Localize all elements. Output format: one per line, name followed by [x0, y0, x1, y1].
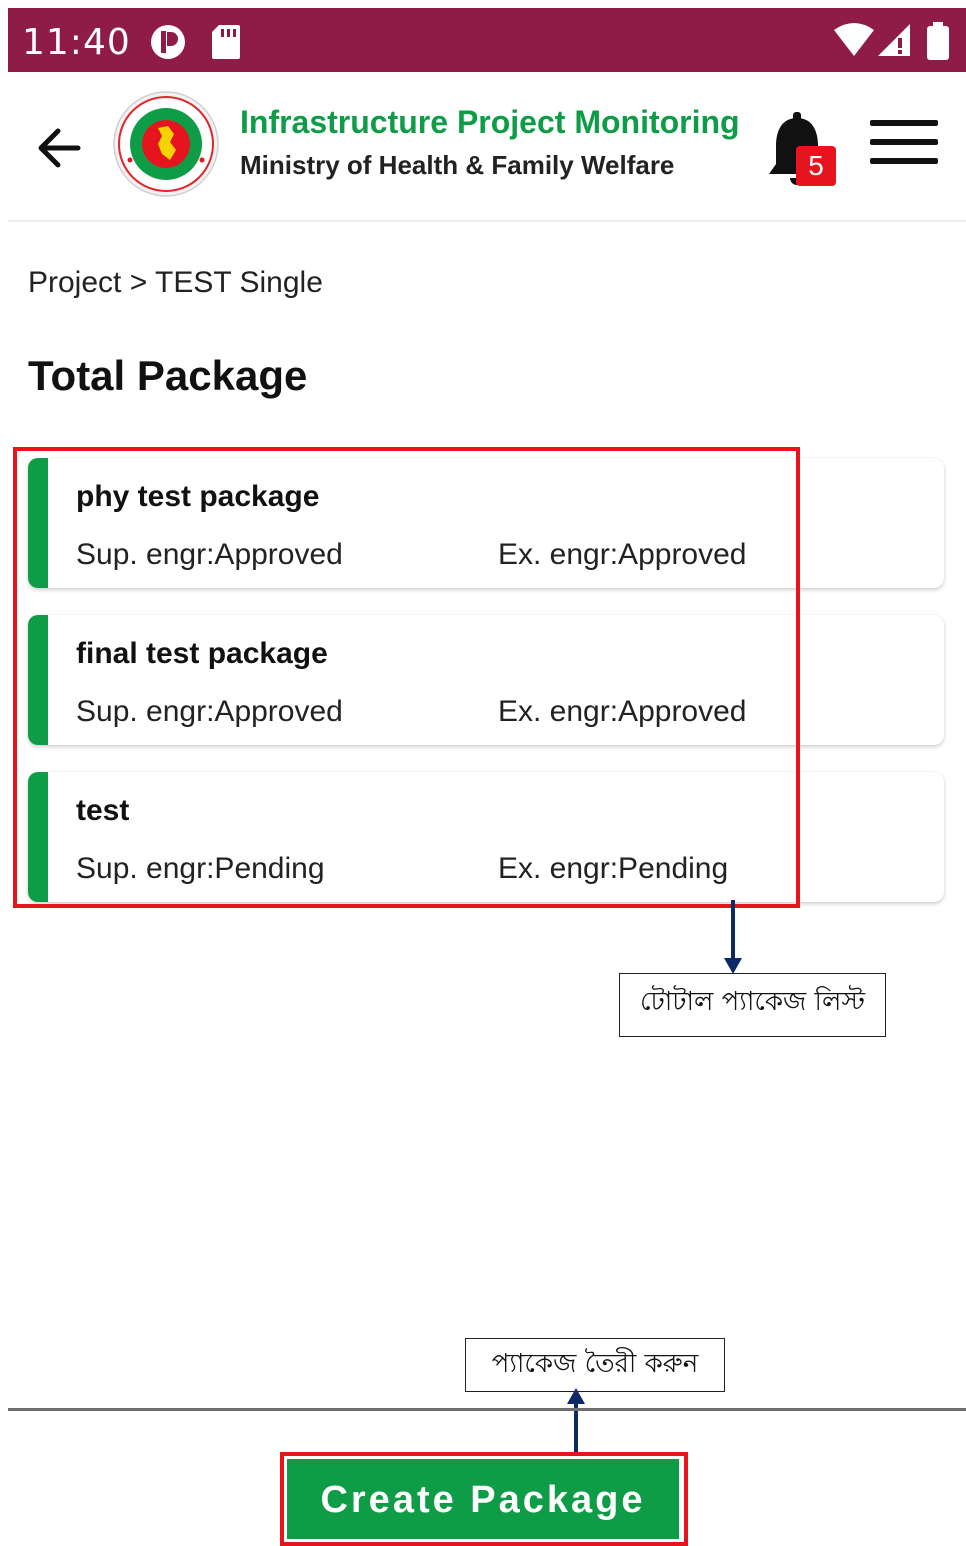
status-bar-indicator: [28, 458, 48, 588]
create-callout-label: প্যাকেজ তৈরী করুন: [465, 1338, 725, 1392]
status-bar: 11:40: [8, 8, 966, 72]
signal-icon: [878, 24, 910, 56]
app-subtitle: Ministry of Health & Family Welfare: [240, 150, 675, 180]
breadcrumb: Project > TEST Single: [28, 266, 323, 299]
status-bar-indicator: [28, 615, 48, 745]
app-header: Infrastructure Project Monitoring Minist…: [8, 72, 966, 222]
sup-engr-status: Sup. engr:Approved: [76, 695, 343, 728]
notification-badge: 5: [796, 146, 836, 186]
battery-icon: [927, 22, 949, 60]
ex-engr-status: Ex. engr:Approved: [498, 695, 747, 728]
package-card[interactable]: phy test package Sup. engr:Approved Ex. …: [28, 458, 944, 588]
app-notification-icon: [151, 25, 185, 59]
package-card[interactable]: test Sup. engr:Pending Ex. engr:Pending: [28, 772, 944, 902]
package-card[interactable]: final test package Sup. engr:Approved Ex…: [28, 615, 944, 745]
hamburger-menu-icon[interactable]: [870, 120, 940, 168]
arrow-left-icon[interactable]: [32, 120, 88, 176]
sup-engr-status: Sup. engr:Approved: [76, 538, 343, 571]
government-seal-logo: [113, 91, 219, 197]
wifi-icon: [834, 23, 874, 56]
sd-card-icon: [212, 25, 240, 59]
ex-engr-status: Ex. engr:Approved: [498, 538, 747, 571]
callout-arrow-down-icon: [724, 900, 742, 974]
status-bar-indicator: [28, 772, 48, 902]
status-time: 11:40: [22, 22, 131, 63]
list-callout-label: টোটাল প্যাকেজ লিস্ট: [619, 973, 886, 1037]
app-title: Infrastructure Project Monitoring: [240, 104, 740, 140]
sup-engr-status: Sup. engr:Pending: [76, 852, 325, 885]
ex-engr-status: Ex. engr:Pending: [498, 852, 729, 885]
package-name: final test package: [76, 637, 328, 670]
create-package-button[interactable]: Create Package: [287, 1459, 679, 1539]
package-name: phy test package: [76, 480, 320, 513]
package-name: test: [76, 794, 130, 827]
bottom-divider: [8, 1408, 966, 1411]
page-title: Total Package: [28, 352, 308, 399]
callout-arrow-up-icon: [567, 1388, 585, 1454]
